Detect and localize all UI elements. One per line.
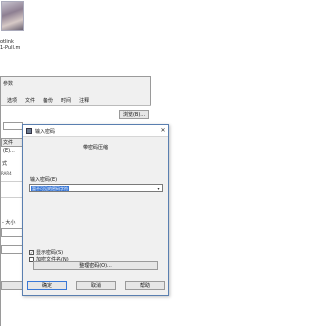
close-icon[interactable]: ✕ [159, 126, 167, 135]
show-password-checkbox[interactable]: ✓ [29, 250, 34, 255]
format-rar4-label: RAR4 [1, 171, 12, 176]
option-field[interactable] [1, 245, 23, 254]
dialog-header: 带密码压缩 [82, 145, 108, 151]
divider [1, 197, 23, 198]
window-title: 参数 [3, 81, 14, 87]
desktop-file-label: otlink 1-Pull.m [0, 39, 21, 51]
password-selected-text: 暂不可见的密码字符 [31, 186, 69, 191]
archive-name-field[interactable] [3, 122, 23, 130]
show-password-option[interactable]: ✓ 显示密码(S) [29, 249, 63, 256]
password-dialog: 输入密码 ✕ 带密码压缩 输入密码(E) 暂不可见的密码字符 ▾ ✓ 显示密码(… [22, 124, 169, 296]
ok-button[interactable]: 确定 [27, 281, 67, 290]
tab-options[interactable]: 选项 [3, 95, 21, 105]
files-button[interactable]: 文件(E)... [1, 138, 23, 154]
chevron-down-icon[interactable]: ▾ [156, 186, 161, 191]
tab-time[interactable]: 时间 [57, 95, 75, 105]
organize-passwords-button[interactable]: 整理密码(O)... [33, 261, 158, 270]
tab-files[interactable]: 文件 [21, 95, 39, 105]
tab-bar: 选项 文件 备份 时间 注释 [1, 95, 151, 105]
desktop-file-icon[interactable]: otlink 1-Pull.m [0, 0, 26, 72]
dialog-title: 输入密码 [35, 129, 56, 135]
divider [1, 181, 23, 182]
tab-comment[interactable]: 注释 [75, 95, 93, 105]
password-field-label: 输入密码(E) [30, 177, 58, 183]
archive-icon [26, 128, 32, 134]
window-ok-button[interactable] [1, 281, 23, 290]
tab-backup[interactable]: 备份 [39, 95, 57, 105]
password-input[interactable]: 暂不可见的密码字符 ▾ [29, 184, 163, 192]
image-thumbnail-icon [1, 1, 24, 31]
format-label: 式 [2, 161, 8, 167]
dialog-titlebar: 输入密码 ✕ [23, 125, 168, 137]
cancel-button[interactable]: 取消 [76, 281, 116, 290]
browse-button[interactable]: 浏览(B)... [119, 110, 149, 119]
split-size-label: - 大小 [2, 220, 16, 226]
split-size-field[interactable] [1, 228, 23, 237]
help-button[interactable]: 帮助 [125, 281, 165, 290]
show-password-label: 显示密码(S) [36, 250, 64, 256]
